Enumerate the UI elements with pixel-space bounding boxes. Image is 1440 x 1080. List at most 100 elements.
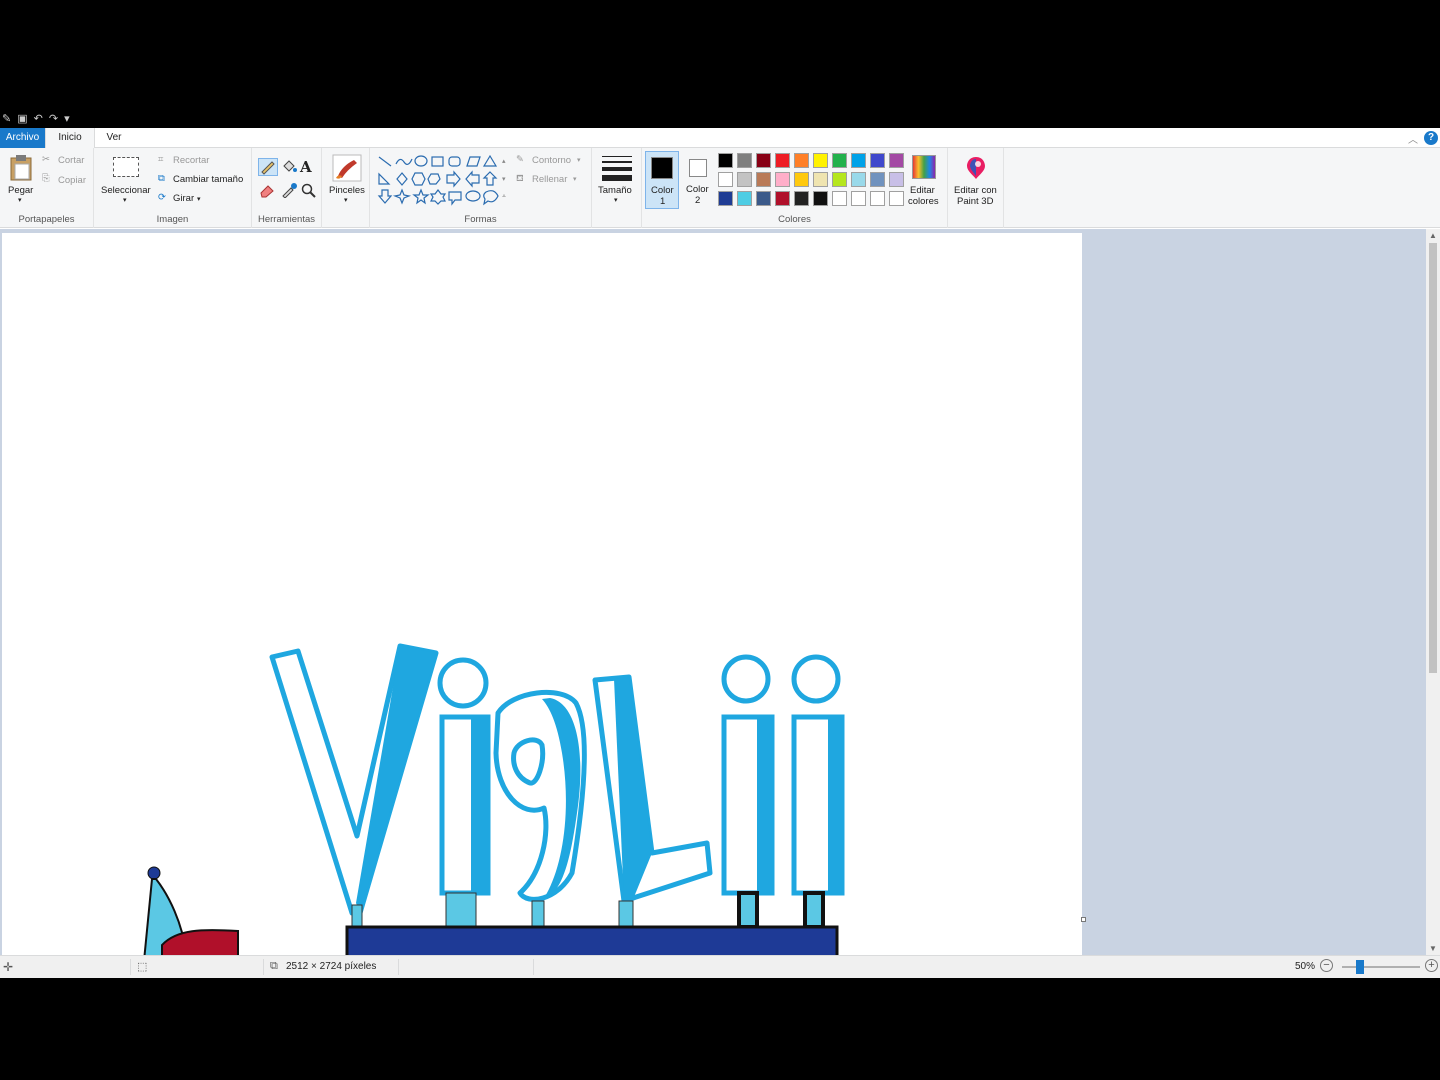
zoom-slider-thumb[interactable] [1356,960,1364,974]
rotate-icon: ⟳ [158,192,166,203]
palette-swatch[interactable] [851,191,866,206]
size-button[interactable]: Tamaño ▾ [596,152,638,208]
paste-button[interactable]: Pegar ▾ [4,152,38,208]
paste-label: Pegar [8,185,34,196]
figure-head [147,866,161,880]
brushes-button[interactable]: Pinceles ▾ [326,152,368,208]
undo-icon[interactable]: ↶ [34,113,43,125]
scroll-down-icon[interactable]: ▼ [1429,944,1437,953]
zoom-in-icon[interactable]: + [1425,959,1438,972]
fill-dropdown-icon[interactable]: ▾ [573,175,577,183]
cut-label: Cortar [58,155,85,166]
size-dropdown-icon[interactable]: ▾ [614,196,618,204]
tab-view[interactable]: Ver [95,128,133,148]
fill-label: Rellenar [532,174,568,185]
vertical-scrollbar[interactable]: ▲ ▼ [1426,229,1440,955]
tab-home[interactable]: Inicio [45,128,95,149]
leg-2 [445,892,477,928]
image-group-label: Imagen [156,214,189,225]
palette-swatch[interactable] [813,172,828,187]
color-picker-tool[interactable] [280,182,300,200]
select-button[interactable]: Seleccionar ▾ [100,152,152,208]
palette-swatch[interactable] [832,191,847,206]
clipboard-group: Pegar ▾ ✂ Cortar ⎘ Copiar Portapapeles [0,148,94,228]
palette-swatch[interactable] [775,172,790,187]
canvas-resize-handle[interactable] [1081,917,1086,922]
save-icon[interactable]: ▣ [17,113,27,125]
palette-swatch[interactable] [889,153,904,168]
letter-l-shape [592,674,713,904]
brush-icon [332,154,362,182]
help-icon[interactable]: ? [1424,131,1438,145]
palette-swatch[interactable] [870,172,885,187]
line-thickness-icon [602,156,632,181]
fill-tool[interactable] [280,158,300,176]
palette-swatch[interactable] [794,153,809,168]
palette-swatch[interactable] [756,172,771,187]
magnifier-icon [301,183,316,198]
clipboard-icon [10,155,32,181]
palette-swatch[interactable] [832,153,847,168]
tools-group: A Herramientas [252,148,322,228]
edit-colors-button[interactable]: Editar colores [904,152,944,210]
shapes-scroll-down-icon[interactable]: ▾ [502,175,506,183]
paint3d-label-2: Paint 3D [957,196,994,207]
zoom-slider-track[interactable] [1342,966,1420,968]
scrollbar-thumb[interactable] [1429,243,1437,673]
palette-swatch[interactable] [737,153,752,168]
i3-dot [791,654,841,704]
outline-dropdown-icon[interactable]: ▾ [577,156,581,164]
scroll-up-icon[interactable]: ▲ [1429,231,1437,240]
magnifier-tool[interactable] [300,182,320,200]
palette-swatch[interactable] [870,191,885,206]
image-dimensions: 2512 × 2724 píxeles [286,961,377,972]
canvas-workspace [0,229,1426,955]
palette-swatch[interactable] [775,153,790,168]
palette-swatch[interactable] [889,191,904,206]
drawing-canvas[interactable] [2,233,1082,955]
palette-swatch[interactable] [851,172,866,187]
redo-icon[interactable]: ↷ [49,113,58,125]
zoom-out-icon[interactable]: − [1320,959,1333,972]
palette-swatch[interactable] [756,191,771,206]
palette-swatch[interactable] [756,153,771,168]
outline-pen-icon: ✎ [516,154,524,165]
collapse-ribbon-icon[interactable]: ︿ [1408,131,1418,146]
text-tool[interactable]: A [300,158,320,176]
palette-swatch[interactable] [737,191,752,206]
image-size-icon: ⧉ [270,960,278,972]
palette-swatch[interactable] [794,172,809,187]
i2-dot [721,654,771,704]
rotate-dropdown-icon[interactable]: ▾ [197,195,201,203]
color1-button[interactable]: Color 1 [645,151,679,209]
palette-swatch[interactable] [794,191,809,206]
pencil-tool[interactable] [258,158,278,176]
palette-swatch[interactable] [870,153,885,168]
color2-button[interactable]: Color 2 [682,151,716,209]
paste-dropdown-icon[interactable]: ▾ [18,196,22,204]
paint3d-group: Editar con Paint 3D [948,148,1004,228]
i1-dot [437,657,489,709]
brushes-dropdown-icon[interactable]: ▾ [344,196,348,204]
palette-swatch[interactable] [718,191,733,206]
shapes-expand-icon[interactable]: ⩡ [502,193,506,201]
shapes-scroll-up-icon[interactable]: ▴ [502,157,506,165]
palette-swatch[interactable] [737,172,752,187]
palette-swatch[interactable] [851,153,866,168]
brushes-label: Pinceles [329,185,365,196]
edit-with-paint3d-button[interactable]: Editar con Paint 3D [950,152,1002,210]
palette-swatch[interactable] [718,172,733,187]
palette-swatch[interactable] [889,172,904,187]
shapes-gallery[interactable]: ▴ ▾ ⩡ [376,154,508,208]
palette-swatch[interactable] [775,191,790,206]
customize-qat-icon[interactable]: ▾ [64,113,70,125]
palette-swatch[interactable] [813,153,828,168]
cursor-position-icon: ✛ [3,960,14,974]
palette-swatch[interactable] [813,191,828,206]
leg-6 [803,891,825,929]
tab-file[interactable]: Archivo [0,128,45,148]
palette-swatch[interactable] [718,153,733,168]
select-dropdown-icon[interactable]: ▾ [123,196,127,204]
palette-swatch[interactable] [832,172,847,187]
eraser-tool[interactable] [258,182,278,200]
